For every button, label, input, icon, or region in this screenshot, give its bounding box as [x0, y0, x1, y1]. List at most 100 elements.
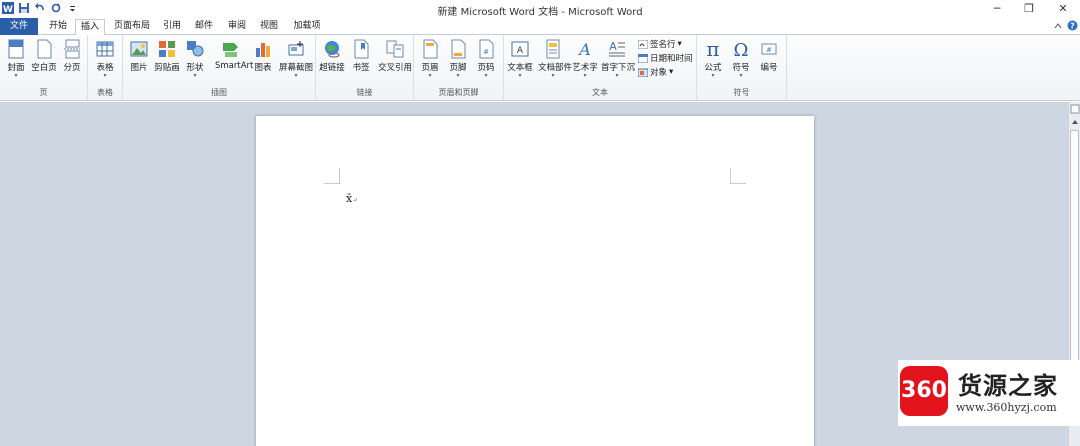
- dropdown-arrow-icon: ▾: [739, 72, 743, 79]
- page-number-icon: #: [479, 39, 494, 59]
- close-button[interactable]: ✕: [1048, 1, 1078, 17]
- group-header-footer: 页眉 ▾ 页脚 ▾ # 页码 ▾ 页眉和页脚: [414, 35, 504, 100]
- tab-references[interactable]: 引用: [158, 19, 186, 35]
- smartart-button[interactable]: SmartArt: [215, 39, 253, 71]
- calendar-icon: [638, 53, 648, 63]
- svg-text:A: A: [609, 40, 617, 53]
- shapes-button[interactable]: 形状 ▾: [182, 39, 208, 79]
- clip-art-icon: [159, 41, 175, 57]
- logo-360: 360: [900, 366, 948, 416]
- document-page[interactable]: x̄↵: [256, 116, 814, 446]
- svg-text:π: π: [706, 39, 719, 59]
- signature-line-button[interactable]: 签名行 ▾: [638, 38, 682, 50]
- scroll-up-icon[interactable]: [1071, 118, 1079, 126]
- tab-file[interactable]: 文件: [0, 18, 38, 35]
- watermark: 360 货源之家 www.360hyzj.com: [898, 360, 1080, 426]
- cross-reference-button[interactable]: 交叉引用: [378, 39, 412, 73]
- picture-button[interactable]: 图片: [126, 39, 152, 73]
- dropdown-arrow-icon: ▾: [294, 72, 298, 79]
- svg-text:A: A: [517, 46, 524, 56]
- header-button[interactable]: 页眉 ▾: [417, 39, 443, 79]
- text-box-icon: A: [511, 41, 529, 57]
- group-label-pages: 页: [39, 88, 48, 97]
- tab-page-layout[interactable]: 页面布局: [110, 19, 154, 35]
- group-label-links: 链接: [356, 88, 373, 97]
- minimize-button[interactable]: ─: [982, 1, 1012, 17]
- equation-button[interactable]: π 公式 ▾: [700, 39, 726, 79]
- wordart-button[interactable]: A 艺术字 ▾: [572, 39, 598, 79]
- tab-review[interactable]: 审阅: [223, 19, 251, 35]
- clip-art-button[interactable]: 剪贴画: [154, 39, 180, 73]
- crop-mark-top-left: [324, 168, 340, 184]
- minimize-ribbon-icon[interactable]: [1054, 22, 1062, 30]
- shapes-icon: [187, 41, 204, 57]
- brand-url: www.360hyzj.com: [956, 401, 1057, 414]
- date-time-button[interactable]: 日期和时间: [638, 52, 693, 64]
- hyperlink-button[interactable]: 超链接: [319, 39, 345, 73]
- pi-icon: π: [706, 39, 719, 59]
- dropdown-arrow-icon: ▾: [583, 72, 587, 79]
- group-pages: 封面 ▾ 空白页 分页 页: [0, 35, 88, 100]
- text-box-button[interactable]: A 文本框 ▾: [507, 39, 533, 79]
- tab-addins[interactable]: 加载项: [288, 19, 326, 35]
- restore-button[interactable]: ❐: [1014, 1, 1044, 17]
- group-label-symbols: 符号: [733, 88, 750, 97]
- screenshot-icon: [288, 41, 304, 56]
- brand-name: 货源之家: [958, 371, 1058, 400]
- scrollbar-thumb[interactable]: [1070, 130, 1079, 370]
- quick-parts-icon: [546, 39, 560, 59]
- group-label-illustrations: 插图: [211, 88, 227, 97]
- dropdown-arrow-icon: ▾: [677, 39, 682, 49]
- svg-text:A: A: [577, 40, 591, 59]
- page-number-button[interactable]: # 页码 ▾: [473, 39, 499, 79]
- page-break-icon: [64, 39, 80, 59]
- ribbon-tab-bar: 文件 开始 插入 页面布局 引用 邮件 审阅 视图 加载项 ?: [0, 18, 1080, 37]
- signature-line-icon: [638, 39, 648, 49]
- object-button[interactable]: 对象 ▾: [638, 66, 673, 78]
- chart-button[interactable]: 图表: [250, 39, 276, 73]
- drop-cap-icon: A: [609, 40, 625, 57]
- chart-icon: [256, 43, 270, 57]
- group-label-header-footer: 页眉和页脚: [438, 88, 479, 97]
- table-button[interactable]: 表格 ▾: [92, 39, 118, 79]
- group-text: A 文本框 ▾ 文档部件 ▾ A 艺术字 ▾ A 首字下沉 ▾ 签名行 ▾ 日期…: [504, 35, 697, 100]
- group-symbols: π 公式 ▾ Ω 符号 ▾ # 编号 符号: [697, 35, 787, 100]
- object-icon: [638, 68, 648, 77]
- svg-text:#: #: [766, 46, 772, 54]
- dropdown-arrow-icon: ▾: [669, 67, 674, 77]
- group-links: 超链接 书签 交叉引用 链接: [316, 35, 414, 100]
- tab-view[interactable]: 视图: [255, 19, 283, 35]
- svg-text:Ω: Ω: [734, 40, 749, 59]
- crop-mark-top-right: [730, 168, 746, 184]
- help-icon[interactable]: ?: [1067, 20, 1078, 31]
- cover-page-icon: [8, 39, 24, 59]
- svg-text:#: #: [483, 48, 489, 56]
- dropdown-arrow-icon: ▾: [428, 72, 432, 79]
- bookmark-icon: [354, 39, 369, 59]
- window-title: 新建 Microsoft Word 文档 - Microsoft Word: [437, 7, 643, 18]
- group-tables: 表格 ▾ 表格: [88, 35, 123, 100]
- dropdown-arrow-icon: ▾: [193, 72, 197, 79]
- bookmark-button[interactable]: 书签: [348, 39, 374, 73]
- dropdown-arrow-icon: ▾: [14, 72, 18, 79]
- cover-page-button[interactable]: 封面 ▾: [3, 39, 29, 79]
- title-bar: W 新建 Microsoft Word 文档 - Microsoft Word …: [0, 0, 1080, 18]
- numbering-icon: #: [761, 43, 777, 55]
- blank-page-button[interactable]: 空白页: [31, 39, 57, 73]
- drop-cap-button[interactable]: A 首字下沉 ▾: [601, 39, 635, 79]
- screenshot-button[interactable]: 屏幕截图 ▾: [279, 39, 313, 79]
- symbol-button[interactable]: Ω 符号 ▾: [728, 39, 754, 79]
- quick-parts-button[interactable]: 文档部件 ▾: [538, 39, 572, 79]
- numbering-button[interactable]: # 编号: [756, 39, 782, 73]
- ruler-toggle-icon[interactable]: [1070, 104, 1080, 114]
- page-break-button[interactable]: 分页: [59, 39, 85, 73]
- ribbon: 封面 ▾ 空白页 分页 页 表格 ▾ 表格 图片 剪贴画 形状 ▾ SmartA…: [0, 35, 1080, 101]
- footer-button[interactable]: 页脚 ▾: [445, 39, 471, 79]
- tab-mailings[interactable]: 邮件: [190, 19, 218, 35]
- group-illustrations: 图片 剪贴画 形状 ▾ SmartArt 图表 屏幕截图 ▾ 插图: [123, 35, 316, 100]
- tab-home[interactable]: 开始: [44, 19, 72, 35]
- group-label-tables: 表格: [97, 88, 113, 97]
- document-body-text[interactable]: x̄↵: [346, 192, 358, 205]
- dropdown-arrow-icon: ▾: [615, 72, 619, 79]
- svg-text:?: ?: [1070, 22, 1075, 31]
